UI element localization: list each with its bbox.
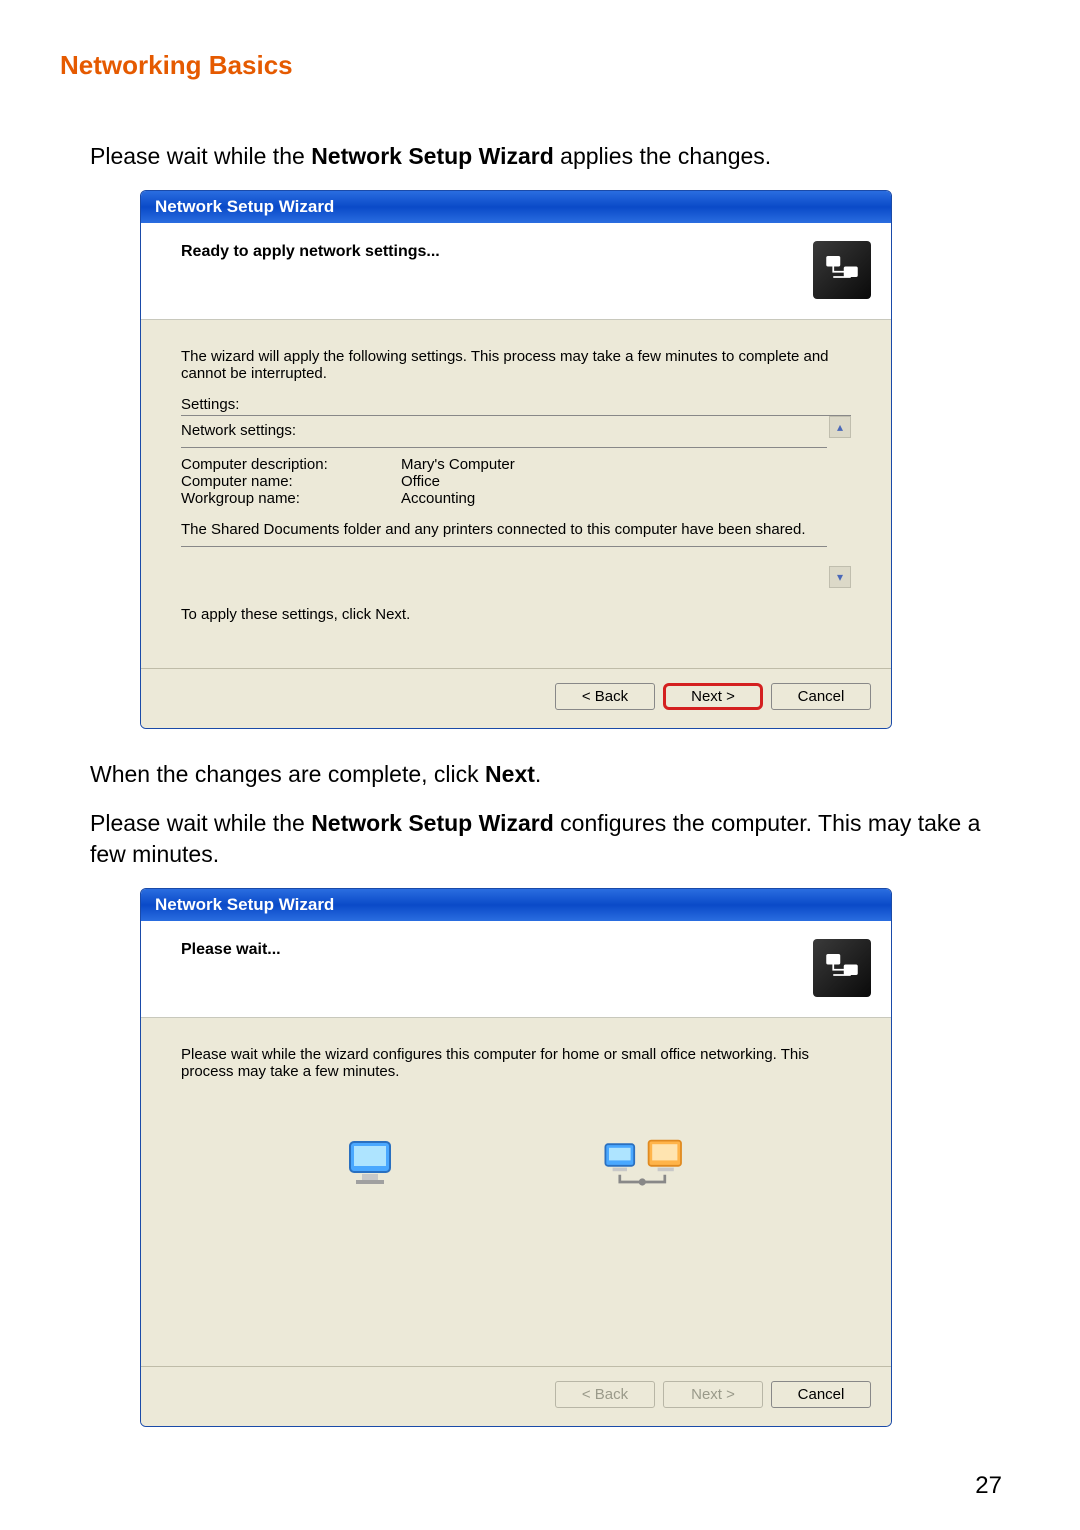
settings-row: Workgroup name: Accounting [181, 490, 827, 507]
wizard-titlebar: Network Setup Wizard [141, 191, 891, 223]
network-wizard-icon [813, 241, 871, 299]
next-label: Next > [691, 1386, 735, 1403]
scroll-down-button[interactable]: ▾ [829, 566, 851, 588]
settings-row: Computer description: Mary's Computer [181, 456, 827, 473]
page-number: 27 [975, 1472, 1002, 1500]
row-key: Computer name: [181, 473, 401, 490]
back-button[interactable]: < Back [555, 683, 655, 710]
wizard-body-intro: Please wait while the wizard configures … [181, 1046, 851, 1080]
instr3-bold: Network Setup Wizard [311, 810, 554, 836]
instr2-bold: Next [485, 761, 535, 787]
cancel-button[interactable]: Cancel [771, 1381, 871, 1408]
instr2-pre: When the changes are complete, click [90, 761, 485, 787]
instruction-3: Please wait while the Network Setup Wiza… [90, 808, 1020, 870]
wizard-wait: Network Setup Wizard Please wait... Plea… [140, 888, 892, 1427]
wizard-titlebar: Network Setup Wizard [141, 889, 891, 921]
settings-heading: Network settings: [181, 422, 827, 439]
divider [181, 546, 827, 547]
next-button[interactable]: Next > [663, 683, 763, 710]
settings-note: The Shared Documents folder and any prin… [181, 521, 827, 538]
back-button: < Back [555, 1381, 655, 1408]
wizard-header-text: Ready to apply network settings... [181, 241, 813, 299]
wizard-header-text: Please wait... [181, 939, 813, 997]
scroll-up-button[interactable]: ▴ [829, 416, 851, 438]
section-heading: Networking Basics [60, 50, 1020, 81]
instr3-pre: Please wait while the [90, 810, 311, 836]
cancel-button[interactable]: Cancel [771, 683, 871, 710]
instr1-post: applies the changes. [554, 143, 771, 169]
monitor-icon [342, 1136, 398, 1196]
back-label: < Back [582, 688, 628, 705]
instr1-pre: Please wait while the [90, 143, 311, 169]
divider [181, 447, 827, 448]
wizard-ready: Network Setup Wizard Ready to apply netw… [140, 190, 892, 729]
instruction-1: Please wait while the Network Setup Wiza… [90, 141, 1020, 172]
row-key: Computer description: [181, 456, 401, 473]
wizard-header: Ready to apply network settings... [141, 223, 891, 320]
settings-box: ▴ Network settings: Computer description… [181, 415, 851, 588]
wizard-footer: < Back Next > Cancel [141, 668, 891, 728]
settings-label: Settings: [181, 396, 851, 413]
next-button: Next > [663, 1381, 763, 1408]
wizard-body: The wizard will apply the following sett… [141, 320, 891, 668]
row-value: Accounting [401, 490, 827, 507]
apply-note: To apply these settings, click Next. [181, 606, 851, 623]
row-value: Mary's Computer [401, 456, 827, 473]
wizard-footer: < Back Next > Cancel [141, 1366, 891, 1426]
next-label: Next > [691, 688, 735, 705]
network-computers-icon [600, 1134, 690, 1198]
wizard-body-intro: The wizard will apply the following sett… [181, 348, 851, 382]
row-value: Office [401, 473, 827, 490]
wizard-body: Please wait while the wizard configures … [141, 1018, 891, 1366]
instr2-post: . [535, 761, 541, 787]
progress-animation [181, 1094, 851, 1258]
wizard-header: Please wait... [141, 921, 891, 1018]
instr1-bold: Network Setup Wizard [311, 143, 554, 169]
settings-row: Computer name: Office [181, 473, 827, 490]
network-wizard-icon [813, 939, 871, 997]
instruction-2: When the changes are complete, click Nex… [90, 759, 1020, 790]
back-label: < Back [582, 1386, 628, 1403]
row-key: Workgroup name: [181, 490, 401, 507]
